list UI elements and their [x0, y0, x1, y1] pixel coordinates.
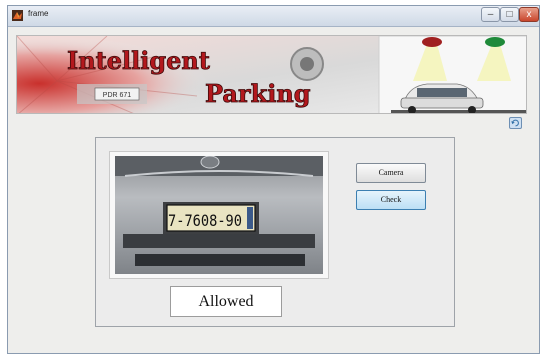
title-bar[interactable]: frame – □ x: [8, 6, 539, 27]
camera-button[interactable]: Camera: [356, 163, 426, 183]
maximize-button[interactable]: □: [500, 7, 519, 22]
window-title: frame: [28, 9, 49, 18]
maximize-icon: □: [506, 9, 513, 20]
banner-title-parking: Parking: [205, 79, 311, 108]
close-icon: x: [526, 9, 532, 20]
check-button[interactable]: Check: [356, 190, 426, 210]
plate-image: 7-7608-90: [115, 156, 323, 274]
banner-graphic: PDR 671 Intelligent Parking: [17, 36, 526, 113]
refresh-icon[interactable]: [509, 117, 522, 129]
banner-title-intelligent: Intelligent: [67, 46, 210, 75]
matlab-app-icon: [12, 10, 23, 21]
plate-number-text: 7-7608-90: [168, 211, 242, 230]
intelligent-parking-banner: PDR 671 Intelligent Parking: [16, 35, 527, 114]
minimize-button[interactable]: –: [481, 7, 500, 22]
license-plate-photo: 7-7608-90: [115, 156, 323, 274]
minimize-icon: –: [487, 9, 494, 20]
close-button[interactable]: x: [519, 7, 539, 22]
access-status-field: Allowed: [170, 286, 282, 317]
banner-plate-text: PDR 671: [103, 92, 132, 99]
